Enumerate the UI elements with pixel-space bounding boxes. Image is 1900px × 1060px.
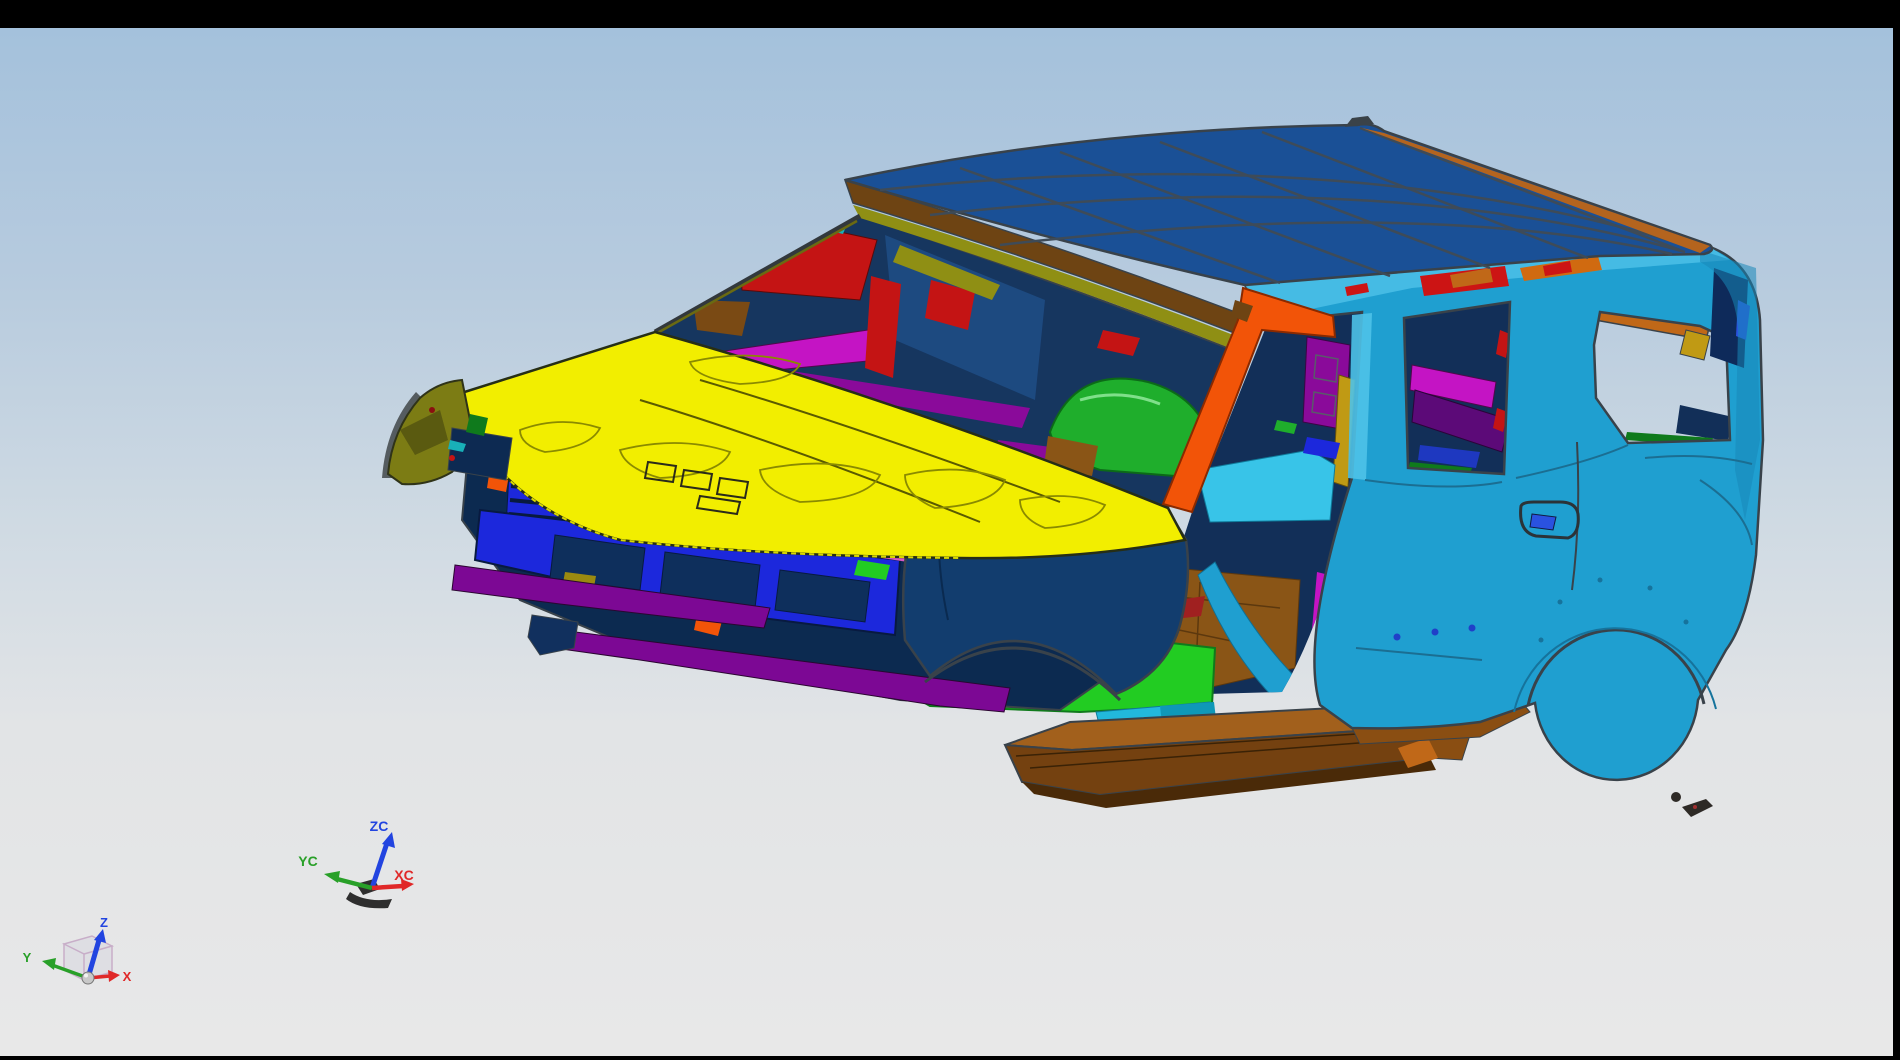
door-handle [1521,502,1579,538]
bottom-black-bar [0,1056,1900,1060]
origin-sphere [82,972,94,984]
x-label[interactable]: X [123,969,132,984]
fender-red-dot [429,407,435,413]
z-label[interactable]: Z [100,915,108,930]
xc-label[interactable]: XC [394,867,413,883]
origin-sphere-highlight [84,974,88,978]
door-dot-2 [1432,629,1439,636]
right-black-bar [1893,0,1900,1060]
debris-dot [1671,792,1681,802]
door-dot-3 [1469,625,1476,632]
viewport-canvas[interactable]: ZC YC XC Z Y X [0,0,1900,1060]
door-dot-1 [1394,634,1401,641]
rear-window-interior [1395,295,1520,485]
headlamp-green-tab [466,414,488,436]
yc-label[interactable]: YC [298,853,317,869]
handle-blue [1530,514,1556,530]
y-label[interactable]: Y [23,950,32,965]
cad-window: ZC YC XC Z Y X [0,0,1900,1060]
top-black-bar [0,0,1900,28]
debris-red-dot [1693,805,1697,809]
headlamp-red-dot [449,455,455,461]
xc-axis[interactable] [372,886,403,888]
quarter-mustard-tab [1680,330,1710,360]
front-bracket-tab [528,615,578,655]
zc-label[interactable]: ZC [370,818,389,834]
